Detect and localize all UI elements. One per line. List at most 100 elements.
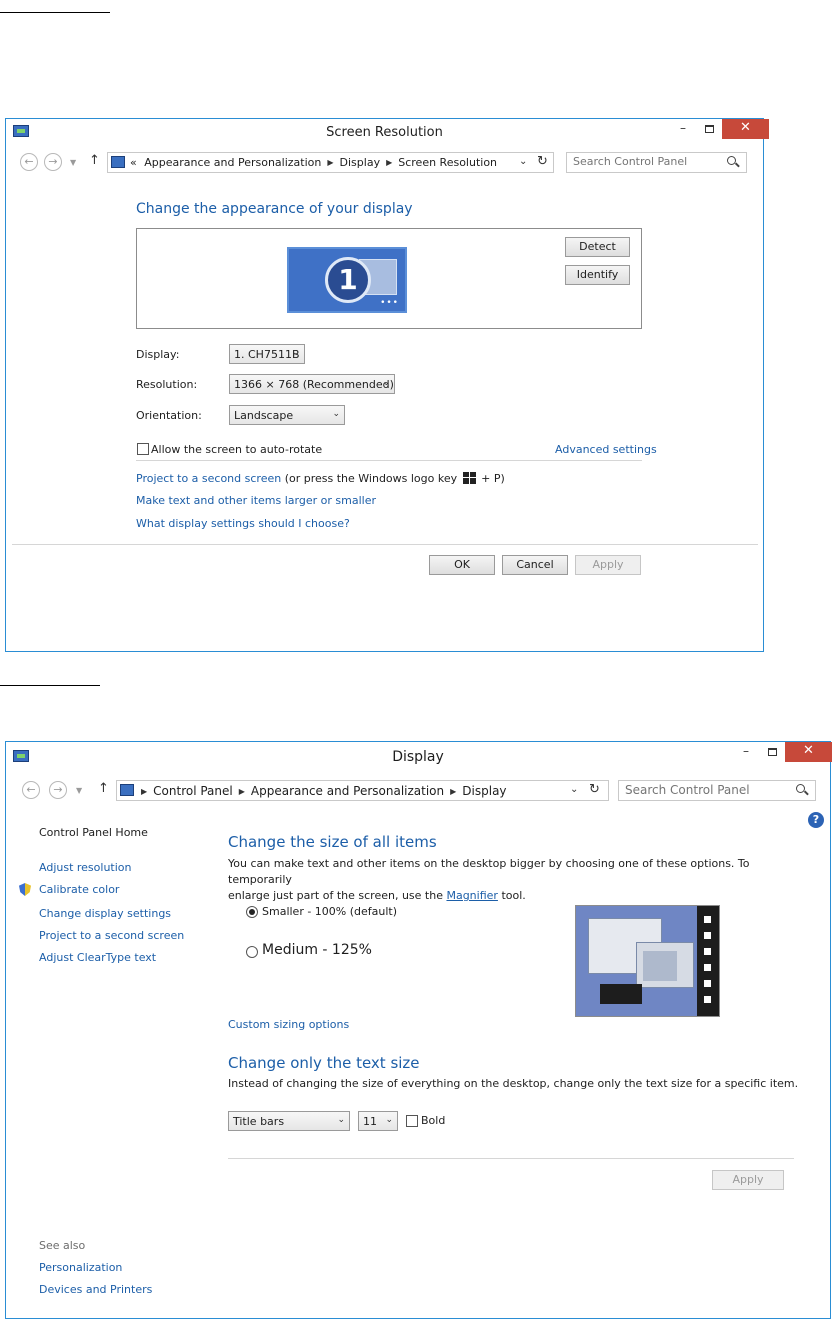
display-label: Display: <box>136 348 180 361</box>
project-second-screen-link[interactable]: Project to a second screen <box>136 472 281 485</box>
search-icon[interactable] <box>796 784 805 793</box>
windows-logo-icon <box>462 472 476 484</box>
see-also-personalization[interactable]: Personalization <box>39 1261 122 1274</box>
up-arrow-icon[interactable]: ↑ <box>89 153 100 168</box>
search-icon[interactable] <box>727 156 736 165</box>
display-settings-help-link[interactable]: What display settings should I choose? <box>136 517 350 530</box>
preview-charm-bar-graphic <box>697 906 719 1016</box>
sidebar-item-project-second-screen[interactable]: Project to a second screen <box>39 929 184 942</box>
breadcrumb-appearance[interactable]: Appearance and Personalization <box>144 156 321 169</box>
breadcrumb-appearance[interactable]: Appearance and Personalization <box>251 784 444 798</box>
cancel-button[interactable]: Cancel <box>502 555 568 575</box>
text-item-select[interactable]: Title bars ⌄ <box>228 1111 350 1131</box>
identify-button[interactable]: Identify <box>565 265 630 285</box>
size-preview-image <box>575 905 720 1017</box>
refresh-icon[interactable]: ↻ <box>537 154 548 169</box>
display-window: Display – ✕ ← → ▼ ↑ ▶ Control Panel ▶ Appea… <box>5 741 832 1319</box>
close-button[interactable]: ✕ <box>722 119 769 139</box>
address-bar-icon <box>111 156 125 168</box>
refresh-icon[interactable]: ↻ <box>589 782 600 797</box>
recent-pages-chevron-icon[interactable]: ▼ <box>70 158 76 167</box>
project-hint-text: (or press the Windows logo key <box>284 472 458 485</box>
project-line: Project to a second screen (or press the… <box>136 472 505 485</box>
size-description-line-2: enlarge just part of the screen, use the… <box>228 888 788 904</box>
search-box[interactable] <box>618 780 816 801</box>
orientation-label: Orientation: <box>136 409 202 422</box>
breadcrumb: « Appearance and Personalization ▶ Display… <box>130 156 497 169</box>
apply-button[interactable]: Apply <box>712 1170 784 1190</box>
breadcrumb-separator-icon[interactable]: ▶ <box>386 158 392 167</box>
screen-resolution-window: Screen Resolution – ✕ ← → ▼ ↑ « Appearan… <box>5 118 769 652</box>
sidebar-item-adjust-resolution[interactable]: Adjust resolution <box>39 861 132 874</box>
document-rule-top <box>0 12 110 13</box>
resolution-select[interactable]: 1366 × 768 (Recommended) ⌄ <box>229 374 395 394</box>
forward-button[interactable]: → <box>49 781 67 799</box>
help-icon[interactable]: ? <box>808 812 824 828</box>
up-arrow-icon[interactable]: ↑ <box>98 781 109 796</box>
project-hint-suffix: + P) <box>481 472 505 485</box>
bold-checkbox[interactable] <box>406 1115 418 1127</box>
advanced-settings-link[interactable]: Advanced settings <box>555 443 657 456</box>
apply-button[interactable]: Apply <box>575 555 641 575</box>
shield-icon <box>19 883 31 896</box>
detect-button[interactable]: Detect <box>565 237 630 257</box>
sidebar-item-calibrate-color[interactable]: Calibrate color <box>39 883 119 896</box>
size-heading: Change the size of all items <box>228 833 437 851</box>
auto-rotate-checkbox[interactable] <box>137 443 149 455</box>
sidebar-item-adjust-cleartype[interactable]: Adjust ClearType text <box>39 951 156 964</box>
chevron-down-icon: ⌄ <box>385 1115 393 1125</box>
breadcrumb-display[interactable]: Display <box>462 784 506 798</box>
maximize-button[interactable] <box>696 119 722 139</box>
breadcrumb-separator-icon[interactable]: ▶ <box>450 787 456 796</box>
maximize-button[interactable] <box>759 742 785 762</box>
orientation-select-value: Landscape <box>234 409 294 422</box>
breadcrumb-separator-icon[interactable]: ▶ <box>141 787 147 796</box>
text-size-link[interactable]: Make text and other items larger or smal… <box>136 494 376 507</box>
breadcrumb: ▶ Control Panel ▶ Appearance and Personaliz… <box>139 784 507 798</box>
divider <box>136 460 642 461</box>
smaller-radio[interactable] <box>246 906 258 918</box>
recent-pages-chevron-icon[interactable]: ▼ <box>76 786 82 795</box>
chevron-down-icon: ⌄ <box>337 1115 345 1125</box>
close-button[interactable]: ✕ <box>785 742 832 762</box>
breadcrumb-separator-icon[interactable]: ▶ <box>239 787 245 796</box>
size-description-line-1: You can make text and other items on the… <box>228 857 750 886</box>
breadcrumb-separator-icon[interactable]: ▶ <box>327 158 333 167</box>
display-select[interactable]: 1. CH7511B ⌄ <box>229 344 305 364</box>
monitor-1-tile[interactable]: 1 ••• <box>287 247 407 313</box>
custom-sizing-link[interactable]: Custom sizing options <box>228 1018 349 1031</box>
title-bar: Display – ✕ <box>6 742 832 772</box>
forward-button[interactable]: → <box>44 153 62 171</box>
address-bar[interactable]: « Appearance and Personalization ▶ Display… <box>107 152 554 173</box>
search-input[interactable] <box>625 783 765 797</box>
text-size-select[interactable]: 11 ⌄ <box>358 1111 398 1131</box>
minimize-button[interactable]: – <box>733 742 759 762</box>
breadcrumb-overflow[interactable]: « <box>130 156 137 169</box>
back-button[interactable]: ← <box>22 781 40 799</box>
search-box[interactable] <box>566 152 747 173</box>
search-input[interactable] <box>573 155 713 168</box>
ok-button[interactable]: OK <box>429 555 495 575</box>
text-size-description: Instead of changing the size of everythi… <box>228 1077 799 1090</box>
orientation-select[interactable]: Landscape ⌄ <box>229 405 345 425</box>
breadcrumb-display[interactable]: Display <box>340 156 381 169</box>
magnifier-link[interactable]: Magnifier <box>446 889 497 902</box>
smaller-radio-label[interactable]: Smaller - 100% (default) <box>262 905 397 918</box>
breadcrumb-screen-resolution[interactable]: Screen Resolution <box>398 156 497 169</box>
bold-label[interactable]: Bold <box>421 1114 445 1127</box>
sidebar-item-change-display-settings[interactable]: Change display settings <box>39 907 171 920</box>
chevron-down-icon: ⌄ <box>292 348 300 358</box>
see-also-devices-printers[interactable]: Devices and Printers <box>39 1283 152 1296</box>
back-button[interactable]: ← <box>20 153 38 171</box>
medium-radio[interactable] <box>246 946 258 958</box>
breadcrumb-control-panel[interactable]: Control Panel <box>153 784 233 798</box>
medium-radio-label[interactable]: Medium - 125% <box>262 942 372 958</box>
auto-rotate-label[interactable]: Allow the screen to auto-rotate <box>151 443 322 456</box>
resolution-label: Resolution: <box>136 378 198 391</box>
minimize-button[interactable]: – <box>670 119 696 139</box>
address-dropdown-icon[interactable]: ⌄ <box>570 784 578 795</box>
sidebar-home[interactable]: Control Panel Home <box>39 826 148 839</box>
document-rule-middle <box>0 685 100 686</box>
address-dropdown-icon[interactable]: ⌄ <box>519 156 527 167</box>
address-bar[interactable]: ▶ Control Panel ▶ Appearance and Personaliz… <box>116 780 609 801</box>
